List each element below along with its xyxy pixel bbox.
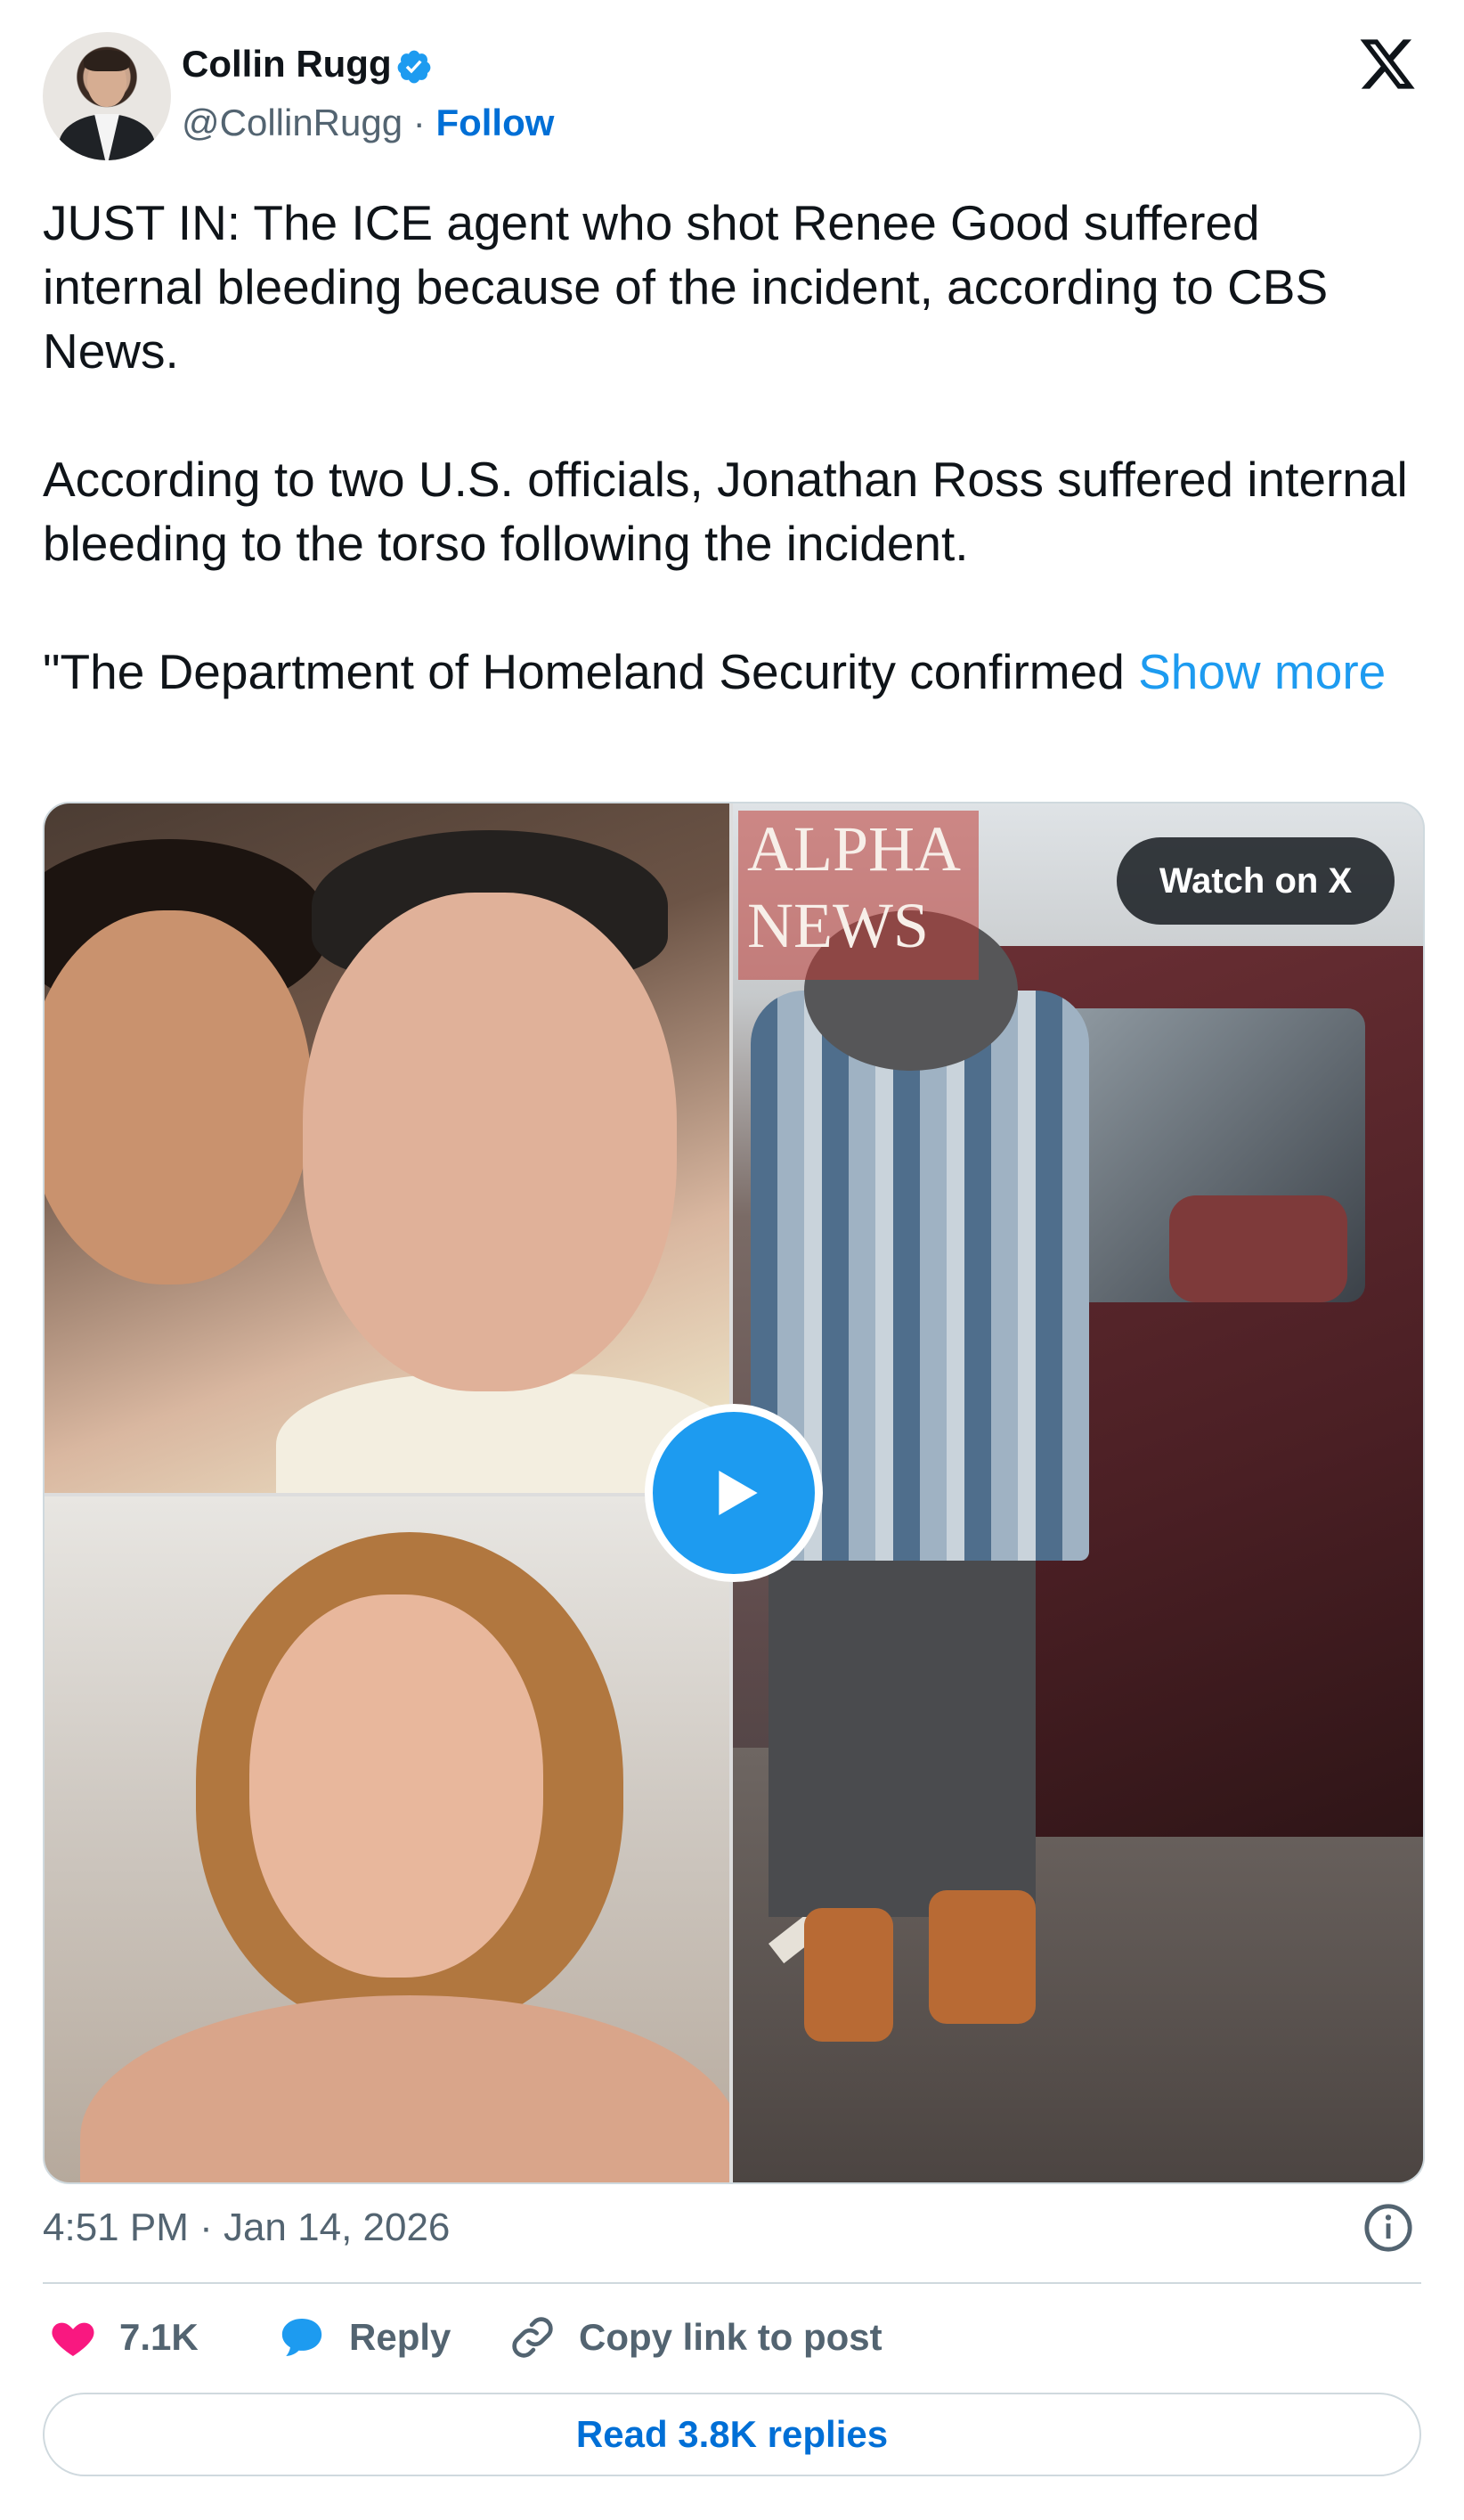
couple-photo[interactable] <box>45 803 729 1493</box>
info-icon[interactable] <box>1362 2202 1414 2254</box>
video-thumbnail[interactable]: ALPHA NEWS <box>733 803 1423 2182</box>
copy-link-label: Copy link to post <box>579 2316 882 2358</box>
author-handle[interactable]: @CollinRugg <box>182 102 403 143</box>
show-more-link[interactable]: Show more <box>1138 644 1386 699</box>
tweet-text: JUST IN: The ICE agent who shot Renee Go… <box>43 191 1432 704</box>
verified-badge-icon <box>397 50 431 84</box>
divider <box>43 2282 1421 2284</box>
watch-on-x-button[interactable]: Watch on X <box>1117 837 1395 925</box>
tweet-body: JUST IN: The ICE agent who shot Renee Go… <box>43 195 1408 699</box>
avatar[interactable] <box>43 32 171 160</box>
woman-photo[interactable] <box>45 1497 729 2182</box>
reply-label: Reply <box>349 2316 451 2358</box>
like-button[interactable]: 7.1K <box>48 2311 199 2364</box>
handle-row: @CollinRugg · Follow <box>182 102 554 144</box>
like-count: 7.1K <box>119 2316 199 2358</box>
read-replies-button[interactable]: Read 3.8K replies <box>43 2393 1421 2476</box>
reply-bubble-icon <box>281 2319 322 2356</box>
watermark-line2: NEWS <box>747 890 929 961</box>
reply-button[interactable]: Reply <box>276 2311 451 2364</box>
tweet-card: Collin Rugg @CollinRugg · Follow JUST IN… <box>0 0 1464 2520</box>
timestamp[interactable]: 4:51 PM · Jan 14, 2026 <box>43 2206 450 2250</box>
heart-icon <box>52 2322 94 2356</box>
watermark-line1: ALPHA <box>747 813 962 885</box>
copy-link-button[interactable]: Copy link to post <box>508 2311 882 2364</box>
follow-button[interactable]: Follow <box>435 102 554 143</box>
news-watermark: ALPHA NEWS <box>738 811 979 980</box>
play-button[interactable] <box>645 1404 823 1582</box>
x-logo-icon[interactable] <box>1355 34 1419 94</box>
handle-separator: · <box>412 102 426 143</box>
link-icon <box>512 2317 553 2358</box>
author-name[interactable]: Collin Rugg <box>182 43 392 86</box>
play-icon <box>719 1471 758 1515</box>
